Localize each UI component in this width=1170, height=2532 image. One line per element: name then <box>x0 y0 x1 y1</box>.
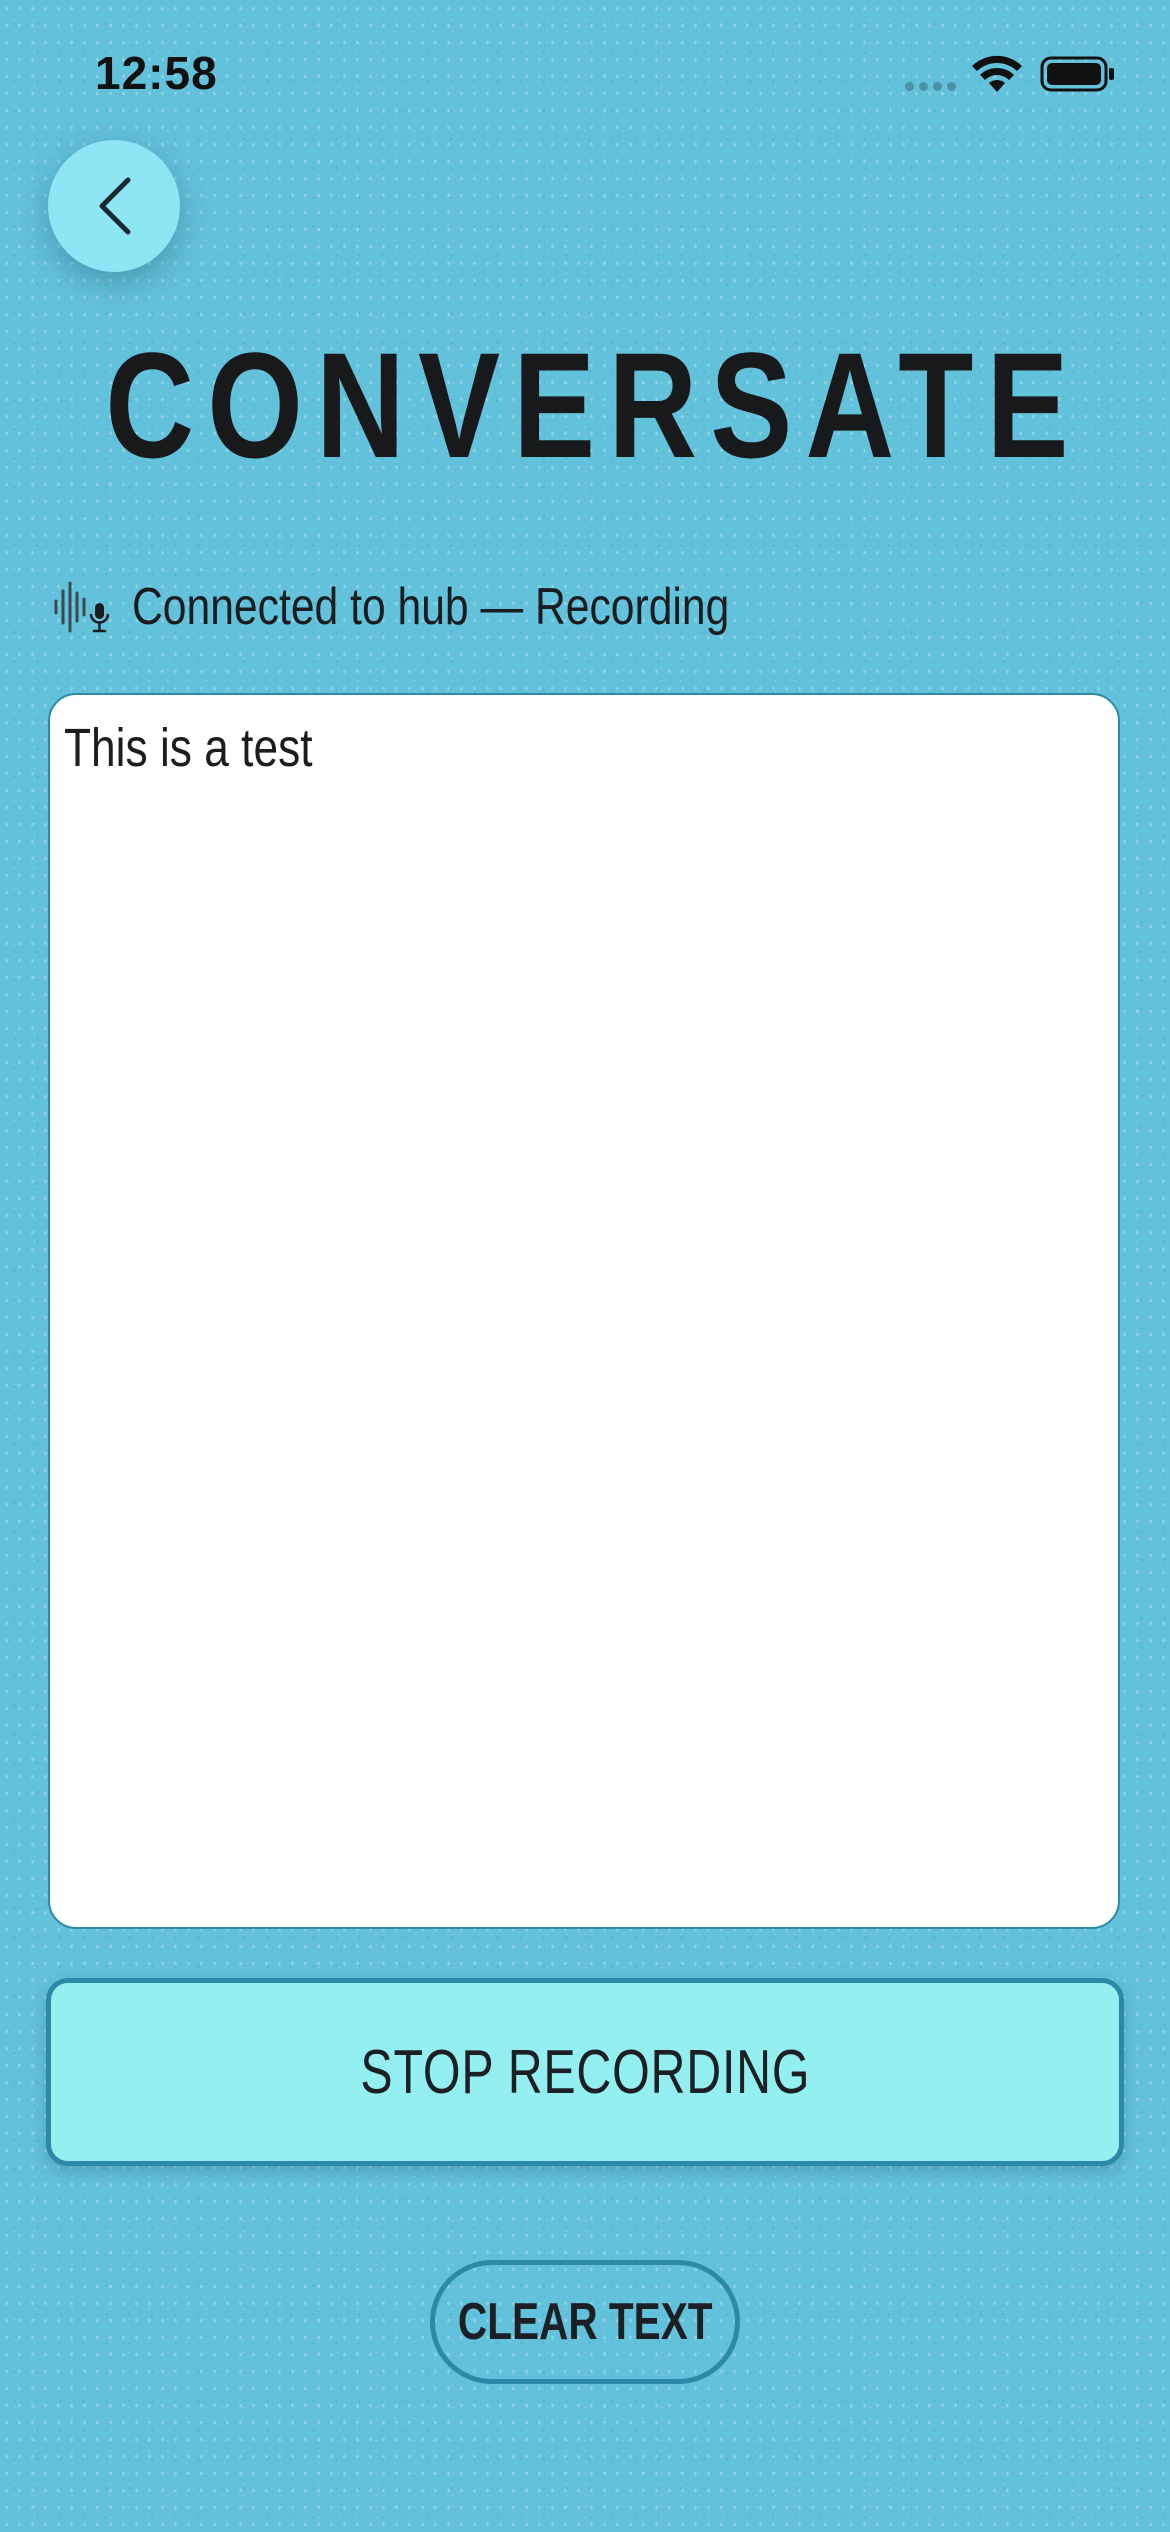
battery-icon <box>1040 56 1114 92</box>
page-title: CONVERSATE <box>105 321 1082 489</box>
status-time: 12:58 <box>95 47 218 99</box>
chevron-left-icon <box>99 177 131 235</box>
microphone-waveform-icon <box>54 581 110 633</box>
back-button[interactable] <box>48 140 180 272</box>
status-bar: 12:58 <box>0 0 1170 150</box>
clear-text-label: CLEAR TEXT <box>457 2293 713 2351</box>
stop-recording-button[interactable]: STOP RECORDING <box>46 1978 1124 2166</box>
wifi-icon <box>972 55 1022 92</box>
connection-status-text: Connected to hub — Recording <box>132 578 730 636</box>
cellular-signal-icon <box>905 82 956 91</box>
stop-recording-label: STOP RECORDING <box>360 2037 810 2107</box>
transcript-textarea[interactable]: This is a test <box>48 693 1120 1929</box>
transcript-text: This is a test <box>64 718 313 778</box>
clear-text-button[interactable]: CLEAR TEXT <box>430 2260 740 2384</box>
connection-status: Connected to hub — Recording <box>52 572 860 642</box>
